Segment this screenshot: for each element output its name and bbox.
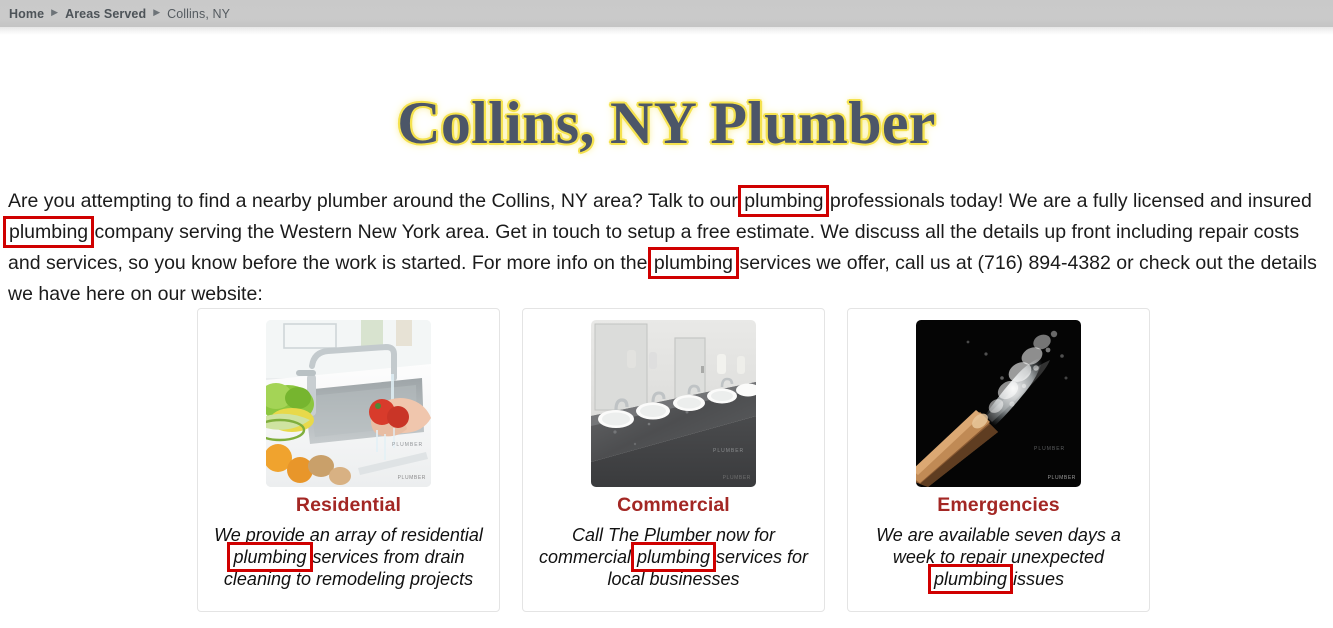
card-text-part-1: We are available seven days a week to re… [876,525,1121,567]
card-text-commercial: Call The Plumber now for commercial plum… [539,524,809,590]
intro-paragraph: Are you attempting to find a nearby plum… [2,184,1325,310]
highlight-plumbing-3: plumbing [647,246,740,279]
card-title-emergencies: Emergencies [937,494,1060,516]
intro-text-2: professionals today! We are a fully lice… [824,189,1312,212]
card-text-part-1: We provide an array of residential [214,525,483,545]
breadcrumb-item-current: Collins, NY [167,6,231,21]
card-text-residential: We provide an array of residential plumb… [214,524,484,590]
emergencies-image: PLUMBER PLUMBER [916,320,1081,487]
highlight-plumbing-5: plumbing [630,542,717,572]
card-commercial[interactable]: PLUMBER PLUMBER Commercial Call The Plum… [522,308,825,612]
svg-text:PLUMBER: PLUMBER [392,442,423,448]
service-cards-row: PLUMBER PLUMBER Residential We provide a… [197,308,1150,612]
highlight-plumbing-2: plumbing [2,215,95,248]
svg-text:PLUMBER: PLUMBER [1034,446,1065,452]
highlight-plumbing-1: plumbing [738,184,830,217]
highlight-plumbing-6: plumbing [927,564,1014,594]
page-title: Collins, NY Plumber [397,90,936,157]
chevron-right-icon: ▶ [153,7,161,17]
image-watermark: PLUMBER [1047,475,1076,481]
commercial-image: PLUMBER PLUMBER [591,320,756,487]
card-text-emergencies: We are available seven days a week to re… [864,524,1134,594]
residential-image: PLUMBER PLUMBER [266,320,431,487]
image-watermark: PLUMBER [397,475,426,481]
card-text-part-2: issues [1008,569,1065,589]
highlight-plumbing-4: plumbing [227,542,313,572]
breadcrumb-item-areas-served[interactable]: Areas Served [65,7,146,21]
svg-text:PLUMBER: PLUMBER [713,448,744,454]
card-emergencies[interactable]: PLUMBER PLUMBER Emergencies We are avail… [847,308,1150,612]
intro-text-1: Are you attempting to find a nearby plum… [8,189,744,212]
card-title-commercial: Commercial [617,494,730,516]
breadcrumb-shadow [0,27,1333,35]
breadcrumb-item-home[interactable]: Home [9,7,44,21]
chevron-right-icon: ▶ [51,7,59,17]
card-title-residential: Residential [295,494,402,516]
image-watermark: PLUMBER [722,475,751,481]
card-residential[interactable]: PLUMBER PLUMBER Residential We provide a… [197,308,500,612]
breadcrumb-bar: Home ▶ Areas Served ▶ Collins, NY [0,0,1333,27]
